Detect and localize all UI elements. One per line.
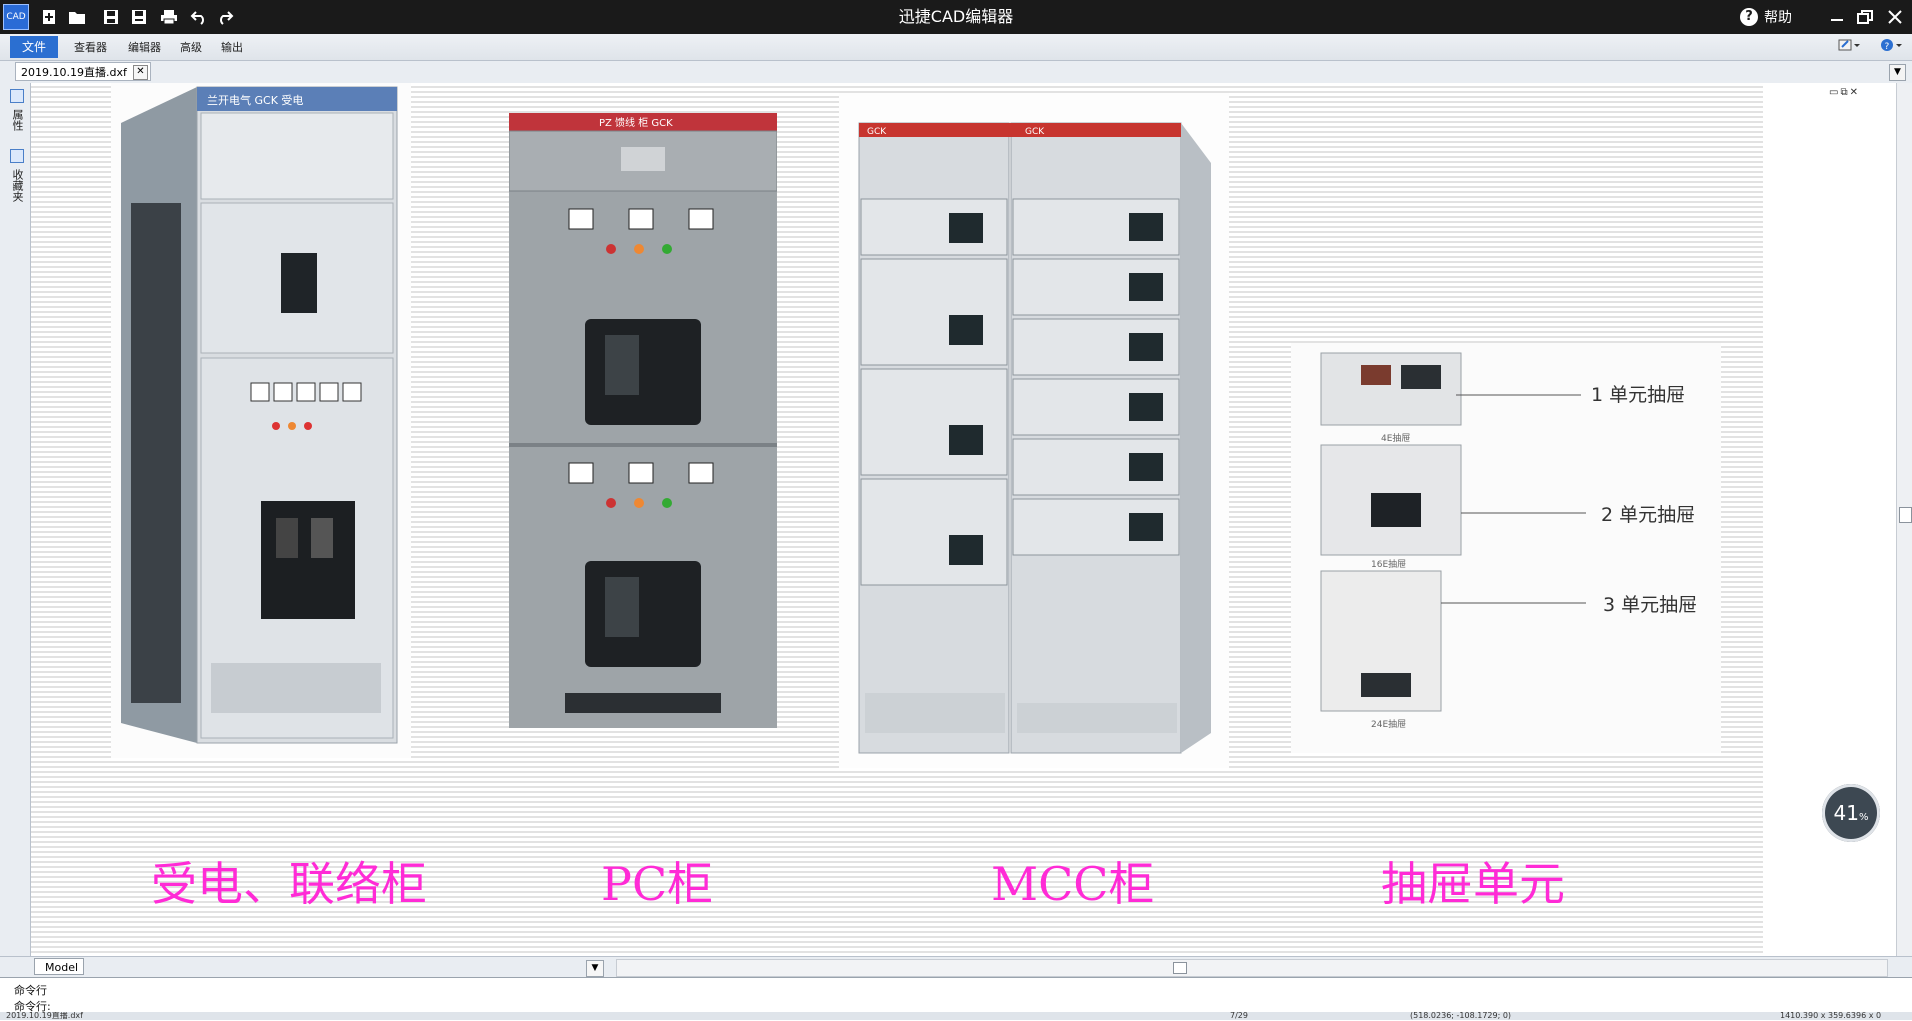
favorites-tab-label: 收藏夹 [11,169,24,202]
help-icon: ? [1740,8,1758,26]
viewport-close-icon[interactable]: ✕ [1850,87,1858,98]
save-as-icon[interactable] [128,6,150,28]
menu-file[interactable]: 文件 [10,36,59,58]
status-coords: (518.0236; -108.1729; 0) [1410,1012,1512,1020]
incoming-cabinet-label: 受电、联络柜 [151,857,427,911]
print-icon[interactable] [158,6,180,28]
viewport-restore-icon[interactable]: ⧉ [1840,87,1847,98]
cabinet2-header: PZ 馈线 柜 GCK [599,116,673,129]
tab-list-dropdown-icon[interactable]: ▼ [1889,64,1906,81]
menu-viewer[interactable]: 查看器 [68,38,113,58]
vertical-scroll-thumb[interactable] [1899,507,1912,523]
layout-bar: Model ▼ [0,956,1912,977]
pc-cabinet-image: PZ 馈线 柜 GCK [508,113,778,728]
model-tab[interactable]: Model [34,958,84,975]
mcc-cabinet-photo: GCK GCK [839,93,1229,768]
menu-bar: 文件 查看器 编辑器 高级 输出 ? [0,34,1912,61]
progress-badge[interactable]: 41% [1822,784,1880,842]
drawer-unit-photo: 4E抽屉 16E抽屉 24E抽屉 1 单元抽屉 2 单元抽屉 3 单元抽屉 [1291,343,1721,753]
side-panel: 属性 收藏夹 [0,83,31,983]
properties-tab[interactable]: 属性 [8,109,26,134]
save-icon[interactable] [100,6,122,28]
svg-text:?: ? [1885,42,1890,52]
layout-dropdown-icon[interactable]: ▼ [586,960,604,977]
drawer-callout-2: 2 单元抽屉 [1601,504,1695,526]
favorites-tab[interactable]: 收藏夹 [8,169,26,205]
undo-icon[interactable] [188,6,210,28]
status-bar: 2019.10.19直播.dxf 7/29 (518.0236; -108.17… [0,1012,1912,1020]
close-tab-icon[interactable]: ✕ [133,65,148,80]
close-window-button[interactable] [1882,4,1908,30]
drawing-canvas[interactable]: ▭ ⧉ ✕ 兰开电气 GCK 受电 PZ 馈线 柜 GCK GCK GCK 4E… [31,83,1896,956]
open-folder-icon[interactable] [66,6,88,28]
status-page: 7/29 [1230,1012,1248,1020]
mcc-cabinet-image: GCK GCK [839,93,1229,768]
progress-unit: % [1858,812,1869,823]
drawer-caption-3: 24E抽屉 [1371,718,1406,730]
document-tab-strip: 2019.10.19直播.dxf ✕ ▼ [0,61,1912,84]
drawer-caption-2: 16E抽屉 [1371,558,1406,570]
title-bar: CAD 迅捷CAD编辑器 ? 帮助 [0,0,1912,34]
drawer-caption-1: 4E抽屉 [1381,432,1410,444]
incoming-cabinet-image: 兰开电气 GCK 受电 [111,83,411,758]
pc-cabinet-label: PC柜 [601,857,714,911]
vertical-scrollbar[interactable] [1896,83,1912,956]
favorites-icon[interactable] [10,149,24,163]
drawer-unit-label: 抽屉单元 [1381,857,1565,911]
viewport-minimize-icon[interactable]: ▭ [1829,87,1838,98]
incoming-cabinet-photo: 兰开电气 GCK 受电 [111,83,411,758]
restore-button[interactable] [1852,4,1878,30]
drawer-unit-image: 4E抽屉 16E抽屉 24E抽屉 1 单元抽屉 2 单元抽屉 3 单元抽屉 [1291,343,1721,753]
help-dropdown-icon[interactable]: ? [1880,37,1902,57]
viewport-controls: ▭ ⧉ ✕ [1829,87,1858,98]
status-size: 1410.390 x 359.6396 x 0 [1780,1012,1882,1020]
redo-icon[interactable] [214,6,236,28]
properties-tab-label: 属性 [11,109,24,131]
menu-output[interactable]: 输出 [215,38,249,58]
style-dropdown-icon[interactable] [1838,37,1860,57]
mcc-cabinet-label: MCC柜 [991,857,1155,911]
properties-icon[interactable] [10,89,24,103]
progress-value: 41 [1833,801,1859,825]
minimize-button[interactable] [1824,4,1850,30]
horizontal-scrollbar[interactable] [616,959,1888,977]
drawer-callout-1: 1 单元抽屉 [1591,384,1685,406]
horizontal-scroll-thumb[interactable] [1173,962,1187,974]
help-label: 帮助 [1764,10,1792,26]
document-tab[interactable]: 2019.10.19直播.dxf ✕ [15,62,151,81]
new-file-icon[interactable] [38,6,60,28]
menu-advanced[interactable]: 高级 [174,38,208,58]
document-tab-label: 2019.10.19直播.dxf [21,66,127,79]
cabinet3-header-left: GCK [867,127,887,137]
cabinet1-header: 兰开电气 GCK 受电 [207,93,303,107]
app-logo-icon[interactable]: CAD [3,4,29,30]
status-file: 2019.10.19直播.dxf [6,1012,83,1020]
cabinet3-header-right: GCK [1025,127,1045,137]
drawer-callout-3: 3 单元抽屉 [1603,594,1697,616]
help-button[interactable]: ? 帮助 [1740,5,1792,29]
command-history: 命令行 [14,984,47,997]
window-title: 迅捷CAD编辑器 [898,7,1014,26]
pc-cabinet-photo: PZ 馈线 柜 GCK [508,113,778,728]
menu-editor[interactable]: 编辑器 [122,38,167,58]
